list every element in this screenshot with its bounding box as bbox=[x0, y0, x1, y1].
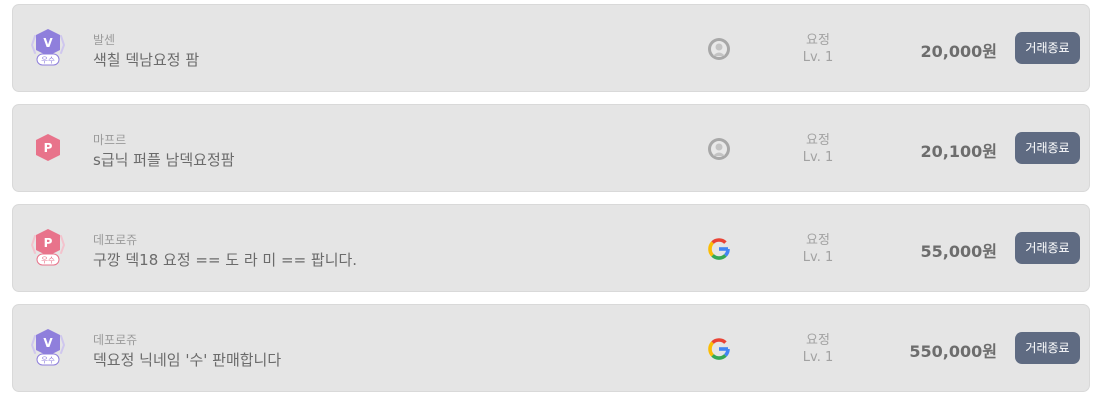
google-icon bbox=[707, 337, 731, 361]
p-grade-badge-icon: P bbox=[31, 127, 65, 167]
p-grade-badge-icon: P 우수 bbox=[31, 227, 65, 267]
v-grade-badge-icon: V 우수 bbox=[31, 27, 65, 67]
price: 55,000원 bbox=[920, 242, 997, 261]
listing-row[interactable]: V 우수 데포로쥬 덱요정 닉네임 '수' 판매합니다 요정 Lv. 1 550… bbox=[12, 304, 1090, 392]
grade-letter: P bbox=[44, 236, 53, 250]
trade-closed-button[interactable]: 거래종료 bbox=[1015, 32, 1080, 64]
level-label: Lv. 1 bbox=[802, 250, 834, 265]
category-label: 요정 bbox=[806, 133, 830, 148]
level-label: Lv. 1 bbox=[802, 350, 834, 365]
seller-name: 발센 bbox=[93, 33, 116, 47]
seller-name: 마프르 bbox=[93, 133, 127, 147]
grade-badge-label: 우수 bbox=[41, 356, 55, 365]
level-label: Lv. 1 bbox=[802, 150, 834, 165]
listing-title[interactable]: 색칠 덱남요정 팜 bbox=[93, 49, 199, 70]
grade-badge-label: 우수 bbox=[41, 256, 55, 265]
listing-title[interactable]: 구깡 덱18 요정 == 도 라 미 == 팝니다. bbox=[93, 249, 357, 270]
price: 20,000원 bbox=[920, 42, 997, 61]
price: 550,000원 bbox=[909, 342, 997, 361]
trade-closed-button[interactable]: 거래종료 bbox=[1015, 232, 1080, 264]
trade-closed-button[interactable]: 거래종료 bbox=[1015, 132, 1080, 164]
category-label: 요정 bbox=[806, 333, 830, 348]
price: 20,100원 bbox=[920, 142, 997, 161]
listing-title[interactable]: 덱요정 닉네임 '수' 판매합니다 bbox=[93, 349, 281, 370]
v-grade-badge-icon: V 우수 bbox=[31, 327, 65, 367]
trade-closed-button[interactable]: 거래종료 bbox=[1015, 332, 1080, 364]
default-avatar-icon bbox=[707, 37, 731, 61]
grade-letter: V bbox=[43, 36, 53, 50]
listing-row[interactable]: V 우수 발센 색칠 덱남요정 팜 요정 Lv. 1 20,000원 거래종료 bbox=[12, 4, 1090, 92]
level-label: Lv. 1 bbox=[802, 50, 834, 65]
google-icon bbox=[707, 237, 731, 261]
category-label: 요정 bbox=[806, 33, 830, 48]
grade-badge-label: 우수 bbox=[41, 56, 55, 65]
listing-title[interactable]: s급닉 퍼플 남덱요정팜 bbox=[93, 149, 235, 170]
seller-name: 데포로쥬 bbox=[93, 333, 138, 347]
grade-letter: V bbox=[43, 336, 53, 350]
listing-row[interactable]: P 우수 데포로쥬 구깡 덱18 요정 == 도 라 미 == 팝니다. 요정 … bbox=[12, 204, 1090, 292]
grade-letter: P bbox=[44, 141, 53, 155]
listing-list: V 우수 발센 색칠 덱남요정 팜 요정 Lv. 1 20,000원 거래종료 … bbox=[0, 0, 1100, 402]
default-avatar-icon bbox=[707, 137, 731, 161]
category-label: 요정 bbox=[806, 233, 830, 248]
seller-name: 데포로쥬 bbox=[93, 233, 138, 247]
listing-row[interactable]: P 마프르 s급닉 퍼플 남덱요정팜 요정 Lv. 1 20,100원 거래종료 bbox=[12, 104, 1090, 192]
